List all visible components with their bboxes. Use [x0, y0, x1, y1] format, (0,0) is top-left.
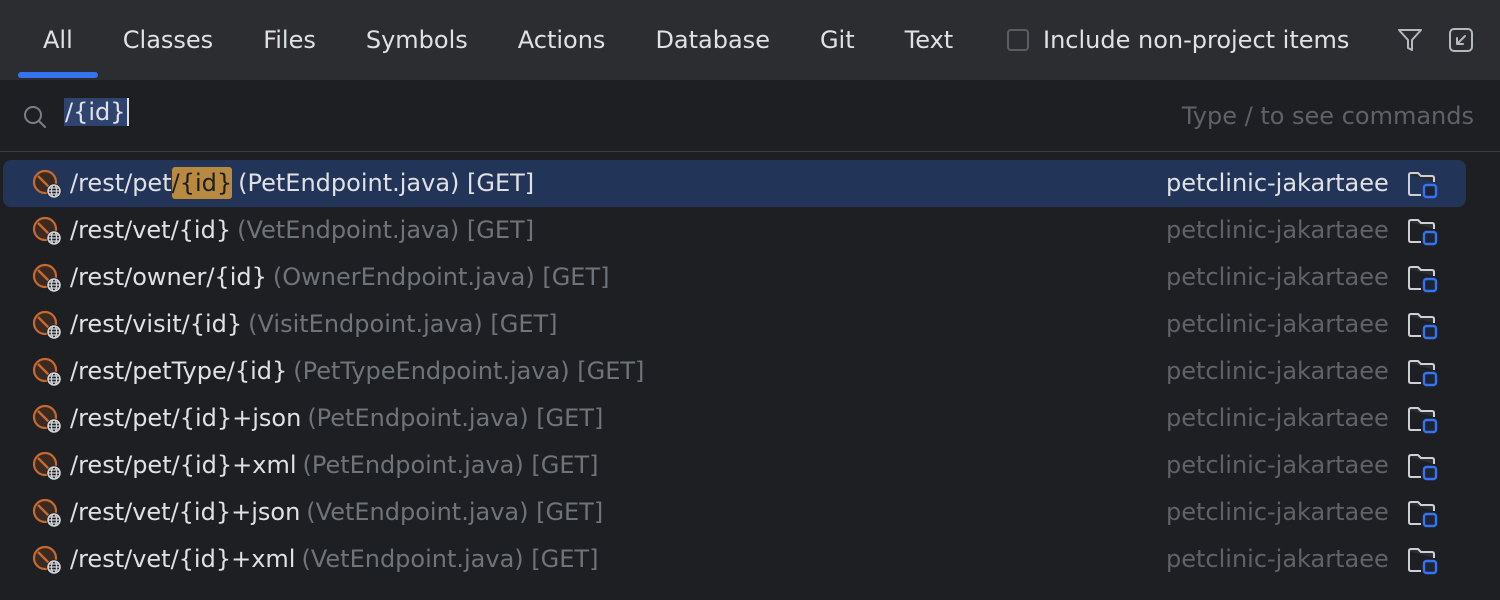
- result-row[interactable]: /rest/visit/{id} (VisitEndpoint.java) [GE…: [3, 301, 1466, 348]
- result-label: /rest/petType/{id} (PetTypeEndpoint.java)…: [70, 348, 644, 395]
- endpoint-icon: [32, 451, 64, 483]
- result-label: /rest/vet/{id}+json (VetEndpoint.java) [G…: [70, 489, 603, 536]
- result-label: /rest/vet/{id}+xml (VetEndpoint.java) [GE…: [70, 536, 598, 583]
- result-row[interactable]: /rest/pet/{id} (PetEndpoint.java) [GET] p…: [3, 160, 1466, 207]
- result-project: petclinic-jakartaee: [1166, 404, 1389, 432]
- result-label: /rest/owner/{id} (OwnerEndpoint.java) [GE…: [70, 254, 609, 301]
- tab-all[interactable]: All: [18, 0, 98, 80]
- result-label: /rest/visit/{id} (VisitEndpoint.java) [GE…: [70, 301, 558, 348]
- result-file-and-method: (PetEndpoint.java) [GET]: [238, 169, 535, 197]
- tab-database[interactable]: Database: [630, 0, 795, 80]
- result-file-and-method: (PetEndpoint.java) [GET]: [307, 404, 604, 432]
- collapse-window-icon[interactable]: [1448, 27, 1474, 53]
- result-row[interactable]: /rest/vet/{id} (VetEndpoint.java) [GET] p…: [3, 207, 1466, 254]
- result-file-and-method: (VisitEndpoint.java) [GET]: [248, 310, 558, 338]
- result-path: /rest/vet/{id}+xml: [70, 545, 296, 573]
- divider: [0, 151, 1500, 152]
- result-project: petclinic-jakartaee: [1166, 263, 1389, 291]
- tab-git[interactable]: Git: [795, 0, 880, 80]
- result-file-and-method: (VetEndpoint.java) [GET]: [306, 498, 604, 526]
- result-row[interactable]: /rest/petType/{id} (PetTypeEndpoint.java)…: [3, 348, 1466, 395]
- result-path: /rest/pet/{id}+xml: [70, 451, 297, 479]
- result-label: /rest/vet/{id} (VetEndpoint.java) [GET]: [70, 207, 534, 254]
- project-folder-icon: [1406, 310, 1440, 342]
- search-bar: /{id} Type / to see commands: [0, 80, 1500, 152]
- endpoint-icon: [32, 310, 64, 342]
- result-file-and-method: (OwnerEndpoint.java) [GET]: [272, 263, 610, 291]
- result-project: petclinic-jakartaee: [1166, 357, 1389, 385]
- result-label: /rest/pet/{id} (PetEndpoint.java) [GET]: [70, 160, 534, 207]
- search-input-value: /{id}: [64, 98, 129, 126]
- result-project: petclinic-jakartaee: [1166, 169, 1389, 197]
- result-path: /rest/petType/{id}: [70, 357, 288, 385]
- endpoint-icon: [32, 357, 64, 389]
- result-row[interactable]: /rest/owner/{id} (OwnerEndpoint.java) [GE…: [3, 254, 1466, 301]
- endpoint-icon: [32, 169, 64, 201]
- search-icon: [22, 104, 48, 130]
- result-file-and-method: (PetTypeEndpoint.java) [GET]: [293, 357, 645, 385]
- project-folder-icon: [1406, 545, 1440, 577]
- tab-classes[interactable]: Classes: [98, 0, 238, 80]
- endpoint-icon: [32, 263, 64, 295]
- filter-icon[interactable]: [1397, 27, 1423, 53]
- result-row[interactable]: /rest/vet/{id}+json (VetEndpoint.java) [G…: [3, 489, 1466, 536]
- tab-label: Symbols: [365, 26, 468, 54]
- result-row[interactable]: /rest/pet/{id}+xml (PetEndpoint.java) [GE…: [3, 442, 1466, 489]
- results-list: /rest/pet/{id} (PetEndpoint.java) [GET] p…: [0, 160, 1500, 583]
- tab-label: Classes: [122, 26, 214, 54]
- tab-actions[interactable]: Actions: [493, 0, 631, 80]
- endpoint-icon: [32, 498, 64, 530]
- tab-label: Database: [655, 26, 770, 54]
- result-path: /rest/vet/{id}: [70, 216, 232, 244]
- result-file-and-method: (VetEndpoint.java) [GET]: [301, 545, 599, 573]
- endpoint-icon: [32, 404, 64, 436]
- endpoint-icon: [32, 216, 64, 248]
- include-non-project-checkbox[interactable]: [1007, 29, 1029, 51]
- tab-label: Actions: [517, 26, 606, 54]
- result-project: petclinic-jakartaee: [1166, 498, 1389, 526]
- project-folder-icon: [1406, 498, 1440, 530]
- result-path: /rest/owner/{id}: [70, 263, 267, 291]
- project-folder-icon: [1406, 451, 1440, 483]
- result-project: petclinic-jakartaee: [1166, 451, 1389, 479]
- search-everywhere-header: All Classes Files Symbols Actions Databa…: [0, 0, 1500, 80]
- result-file-and-method: (VetEndpoint.java) [GET]: [237, 216, 535, 244]
- result-label: /rest/pet/{id}+json (PetEndpoint.java) [G…: [70, 395, 603, 442]
- result-project: petclinic-jakartaee: [1166, 310, 1389, 338]
- project-folder-icon: [1406, 216, 1440, 248]
- tab-label: Text: [904, 26, 954, 54]
- tab-files[interactable]: Files: [238, 0, 341, 80]
- result-file-and-method: (PetEndpoint.java) [GET]: [302, 451, 599, 479]
- project-folder-icon: [1406, 357, 1440, 389]
- project-folder-icon: [1406, 263, 1440, 295]
- tab-label: Files: [263, 26, 316, 54]
- result-project: petclinic-jakartaee: [1166, 545, 1389, 573]
- scope-tabs: All Classes Files Symbols Actions Databa…: [18, 0, 978, 80]
- include-non-project-label: Include non-project items: [1043, 26, 1350, 54]
- result-path: /rest/pet: [70, 169, 172, 197]
- result-path: /rest/visit/{id}: [70, 310, 243, 338]
- result-row[interactable]: /rest/pet/{id}+json (PetEndpoint.java) [G…: [3, 395, 1466, 442]
- search-input[interactable]: /{id}: [64, 98, 129, 134]
- project-folder-icon: [1406, 169, 1440, 201]
- tab-text[interactable]: Text: [880, 0, 979, 80]
- result-project: petclinic-jakartaee: [1166, 216, 1389, 244]
- result-path: /rest/vet/{id}+json: [70, 498, 301, 526]
- endpoint-icon: [32, 545, 64, 577]
- include-non-project-items[interactable]: Include non-project items: [1007, 0, 1349, 80]
- tab-symbols[interactable]: Symbols: [341, 0, 493, 80]
- tab-label: Git: [819, 26, 855, 54]
- result-path: /rest/pet/{id}+json: [70, 404, 302, 432]
- result-match-highlight: /{id}: [171, 167, 233, 199]
- result-label: /rest/pet/{id}+xml (PetEndpoint.java) [GE…: [70, 442, 599, 489]
- result-row[interactable]: /rest/vet/{id}+xml (VetEndpoint.java) [GE…: [3, 536, 1466, 583]
- project-folder-icon: [1406, 404, 1440, 436]
- tab-label: All: [43, 26, 73, 54]
- search-hint: Type / to see commands: [1181, 102, 1474, 130]
